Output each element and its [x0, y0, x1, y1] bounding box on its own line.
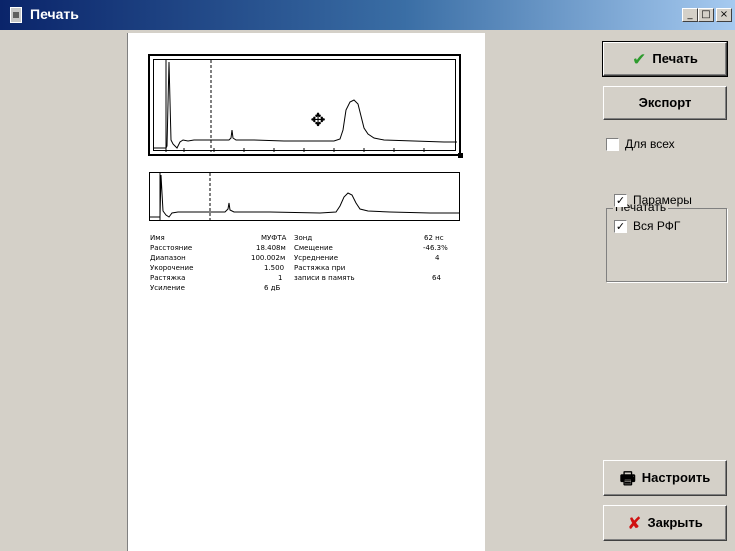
- title-bar[interactable]: Печать _ □ ×: [0, 0, 735, 30]
- param-label: Расстояние: [150, 244, 193, 252]
- print-preview-page[interactable]: ✥ Имя МУФТА Зонд 62 нс Расстояние 18.408…: [127, 33, 485, 551]
- move-cursor-icon: ✥: [310, 110, 326, 131]
- param-value: 6 дБ: [264, 284, 281, 292]
- export-button-label: Экспорт: [638, 95, 692, 110]
- maximize-button[interactable]: □: [698, 8, 714, 22]
- setup-button[interactable]: 🖶 Настроить: [603, 460, 727, 496]
- param-label: Имя: [150, 234, 165, 242]
- export-button[interactable]: Экспорт: [603, 86, 727, 120]
- reflectogram-full: ✥: [148, 54, 463, 158]
- param-row: Усиление 6 дБ: [150, 284, 460, 294]
- param-value: -46.3%: [423, 244, 448, 252]
- close-button-label: Закрыть: [647, 515, 703, 530]
- param-label: записи в память: [294, 274, 355, 282]
- reflectogram-overview: [149, 172, 460, 221]
- param-value: 1: [278, 274, 283, 282]
- param-label: Растяжка при: [294, 264, 346, 272]
- param-value: 1.500: [264, 264, 285, 272]
- reflectogram-trace: [154, 60, 457, 152]
- param-label: Укорочение: [150, 264, 194, 272]
- reflectogram-overview-trace: [150, 173, 459, 220]
- checkmark-icon: ✔: [632, 49, 647, 70]
- param-row: Диапазон 100.002м Усреднение 4: [150, 254, 460, 264]
- for-all-checkbox[interactable]: [606, 138, 619, 151]
- parameters-table: Имя МУФТА Зонд 62 нс Расстояние 18.408м …: [150, 234, 460, 294]
- param-value: 4: [435, 254, 440, 262]
- printer-icon: 🖶: [619, 468, 636, 489]
- for-all-label: Для всех: [625, 137, 675, 151]
- whole-rfg-label: Вся РФГ: [633, 219, 681, 233]
- reflectogram-plot-area: [153, 59, 457, 152]
- param-row: Расстояние 18.408м Смещение -46.3%: [150, 244, 460, 254]
- param-label: Смещение: [294, 244, 333, 252]
- cross-icon: ✘: [627, 513, 642, 534]
- param-value: 64: [432, 274, 441, 282]
- param-row: Укорочение 1.500 Растяжка при: [150, 264, 460, 274]
- param-row: Имя МУФТА Зонд 62 нс: [150, 234, 460, 244]
- setup-button-label: Настроить: [641, 470, 711, 485]
- params-label: Парамеры: [633, 193, 692, 207]
- param-value: 18.408м: [256, 244, 286, 252]
- param-label: Растяжка: [150, 274, 186, 282]
- param-label: Зонд: [294, 234, 313, 242]
- param-label: Диапазон: [150, 254, 186, 262]
- param-value: 62 нс: [424, 234, 444, 242]
- window-title: Печать: [30, 6, 79, 22]
- close-window-button[interactable]: ×: [716, 8, 732, 22]
- param-label: Усиление: [150, 284, 185, 292]
- close-button[interactable]: ✘ Закрыть: [603, 505, 727, 541]
- print-button-label: Печать: [652, 51, 698, 66]
- param-label: Усреднение: [294, 254, 339, 262]
- whole-rfg-checkbox[interactable]: ✓: [614, 220, 627, 233]
- params-checkbox[interactable]: ✓: [614, 194, 627, 207]
- print-button[interactable]: ✔ Печать: [602, 41, 728, 77]
- resize-handle[interactable]: [458, 153, 463, 158]
- minimize-button[interactable]: _: [682, 8, 698, 22]
- param-value: МУФТА: [261, 234, 287, 242]
- dialog-body: ✥ Имя МУФТА Зонд 62 нс Расстояние 18.408…: [0, 30, 735, 551]
- param-row: Растяжка 1 записи в память 64: [150, 274, 460, 284]
- printer-app-icon[interactable]: [10, 7, 22, 23]
- param-value: 100.002м: [251, 254, 286, 262]
